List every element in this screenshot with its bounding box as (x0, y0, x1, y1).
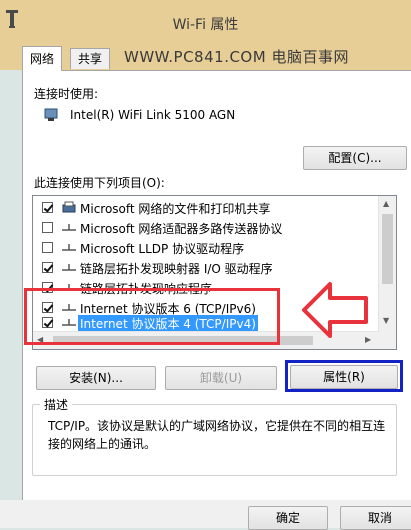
protocol-icon (62, 224, 76, 231)
item-label: Microsoft 网络的文件和打印机共享 (80, 202, 271, 216)
connect-using-label: 连接时使用: (34, 87, 99, 101)
vertical-scroll-thumb[interactable] (382, 214, 393, 284)
list-item[interactable]: Microsoft 网络的文件和打印机共享 (33, 198, 378, 218)
scroll-down-icon[interactable]: ▼ (383, 316, 389, 325)
annotation-arrow-icon (302, 282, 368, 338)
printer-share-icon (62, 201, 76, 213)
configure-button[interactable]: 配置(C)... (303, 146, 407, 170)
list-item[interactable]: Microsoft 网络适配器多路传送器协议 (33, 218, 378, 238)
protocol-icon (62, 244, 76, 251)
item-label: 链路层拓扑发现映射器 I/O 驱动程序 (80, 262, 273, 276)
protocol-icon (62, 319, 76, 326)
tab-sharing[interactable]: 共享 (70, 48, 111, 69)
item-checkbox[interactable] (42, 242, 53, 253)
title-bar: Wi-Fi 属性 (0, 0, 411, 44)
protocol-icon (62, 264, 76, 271)
list-item[interactable]: Microsoft LLDP 协议驱动程序 (33, 238, 378, 258)
install-button[interactable]: 安装(N)... (36, 366, 156, 390)
item-checkbox[interactable] (42, 202, 53, 213)
item-label: Internet 协议版本 4 (TCP/IPv4) (78, 315, 258, 332)
tab-network[interactable]: 网络 (22, 46, 63, 71)
item-checkbox[interactable] (42, 282, 53, 293)
ok-button[interactable]: 确定 (248, 506, 328, 530)
item-checkbox[interactable] (42, 317, 53, 328)
adapter-name: Intel(R) WiFi Link 5100 AGN (70, 108, 236, 122)
item-checkbox[interactable] (42, 262, 53, 273)
uninstall-button[interactable]: 卸载(U) (165, 366, 277, 390)
item-checkbox[interactable] (42, 302, 53, 313)
description-title: 描述 (40, 396, 73, 413)
horizontal-scroll-thumb[interactable] (53, 336, 313, 345)
item-label: Microsoft 网络适配器多路传送器协议 (80, 222, 283, 236)
cancel-button[interactable]: 取消 (340, 506, 411, 530)
item-label: 链路层拓扑发现响应程序 (80, 282, 213, 296)
item-label: Microsoft LLDP 协议驱动程序 (80, 242, 245, 256)
window-title: Wi-Fi 属性 (172, 17, 239, 33)
scroll-up-icon[interactable]: ▲ (383, 199, 389, 208)
left-strip (0, 70, 22, 500)
vertical-scrollbar[interactable]: ▲ ▼ (378, 196, 396, 349)
protocol-icon (62, 284, 76, 291)
watermark: WWW.PC841.COM 电脑百事网 (124, 48, 349, 66)
list-item[interactable]: 链路层拓扑发现映射器 I/O 驱动程序 (33, 258, 378, 278)
description-text: TCP/IP。该协议是默认的广域网络协议，它提供在不同的相互连接的网络上的通讯。 (48, 419, 386, 451)
annotation-blue-box (285, 360, 403, 392)
network-adapter-icon (44, 108, 58, 121)
items-label: 此连接使用下列项目(O): (34, 176, 165, 190)
scroll-left-icon[interactable]: ◀ (37, 335, 43, 344)
item-checkbox[interactable] (42, 222, 53, 233)
